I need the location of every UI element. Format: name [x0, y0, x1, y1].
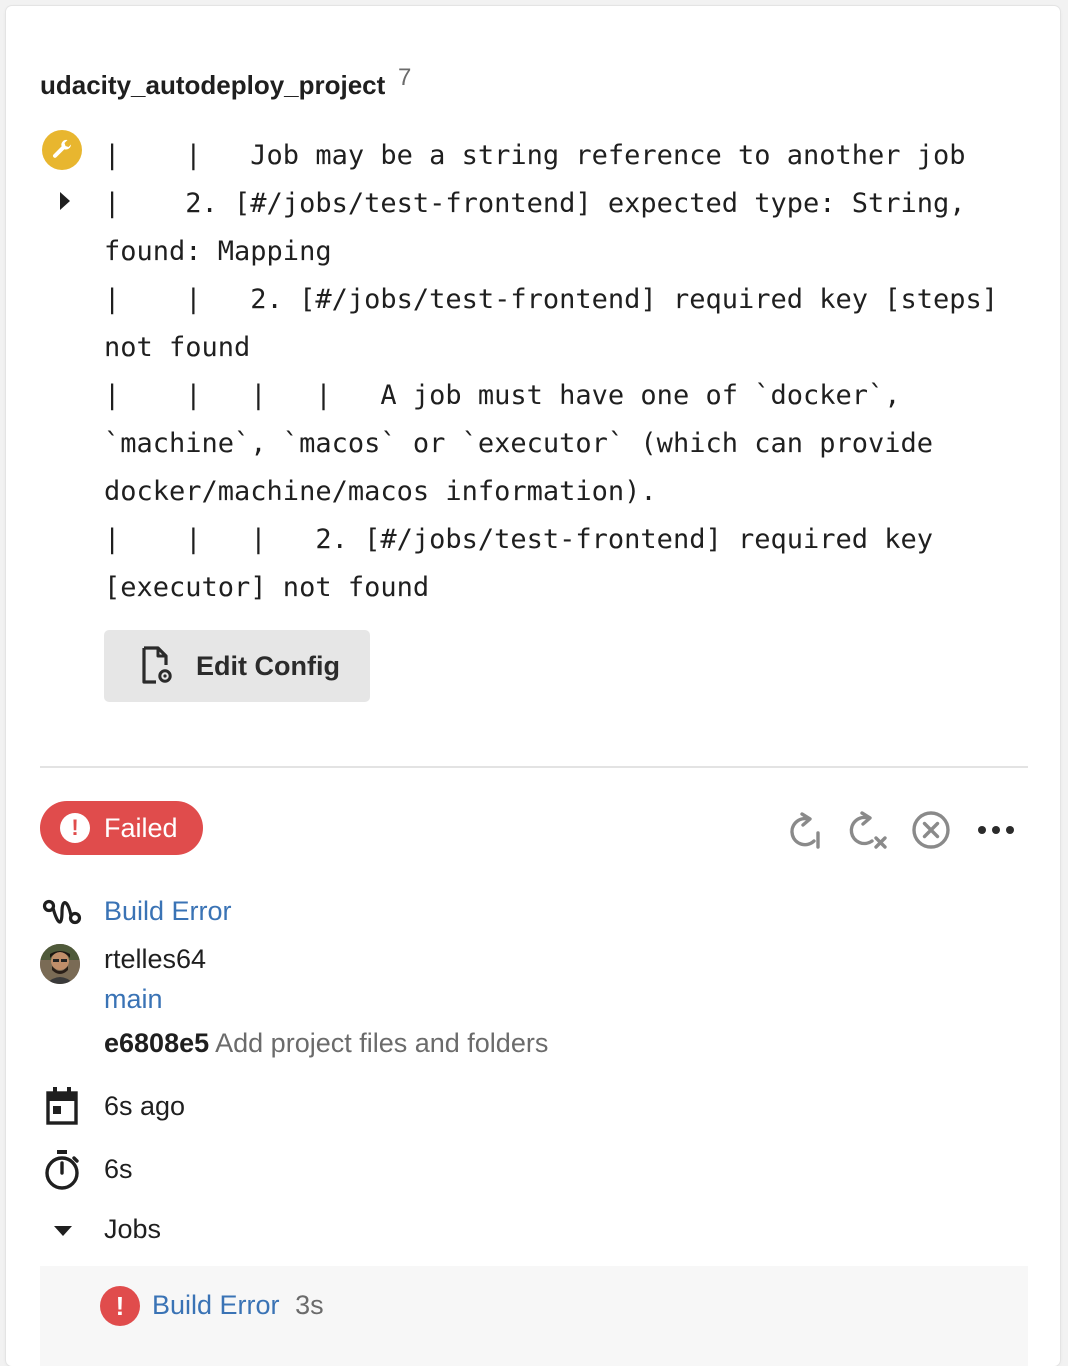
started-time: 6s ago — [104, 1091, 186, 1121]
calendar-icon — [40, 1084, 84, 1128]
job-name[interactable]: Build Error — [152, 1290, 280, 1320]
jobs-toggle[interactable]: Jobs — [104, 1214, 161, 1245]
job-failed-icon: ! — [100, 1286, 140, 1326]
more-icon[interactable] — [974, 808, 1018, 852]
stopwatch-icon — [40, 1148, 84, 1192]
divider — [40, 766, 1028, 768]
workflow-link[interactable]: Build Error — [104, 896, 232, 927]
rerun-icon[interactable] — [784, 808, 828, 852]
edit-config-label: Edit Config — [196, 650, 340, 681]
commit-hash[interactable]: e6808e5 — [104, 1028, 209, 1058]
commit-message: Add project files and folders — [215, 1028, 549, 1058]
config-error-message: | | Job may be a string reference to ano… — [104, 140, 999, 603]
collapse-caret-icon[interactable] — [54, 1226, 72, 1236]
edit-config-button[interactable]: Edit Config — [104, 630, 370, 702]
wrench-icon — [42, 130, 82, 170]
alert-icon: ! — [60, 813, 90, 843]
avatar[interactable] — [40, 944, 80, 984]
duration: 6s — [104, 1154, 133, 1184]
rerun-failed-icon[interactable] — [846, 808, 890, 852]
commit-row: e6808e5 Add project files and folders — [104, 1028, 548, 1059]
project-name[interactable]: udacity_autodeploy_project — [40, 70, 385, 101]
file-settings-icon — [140, 645, 174, 688]
status-label: Failed — [104, 812, 178, 843]
workflow-number: 7 — [398, 64, 412, 91]
user-name: rtelles64 — [104, 944, 207, 974]
job-duration: 3s — [295, 1290, 324, 1320]
workflow-card: udacity_autodeploy_project 7 | | Job may… — [6, 6, 1060, 1366]
expand-caret-icon[interactable] — [60, 192, 70, 210]
branch-link[interactable]: main — [104, 984, 163, 1015]
job-row[interactable]: Build Error 3s — [152, 1290, 324, 1321]
status-badge: ! Failed — [40, 801, 203, 855]
cancel-icon[interactable] — [909, 808, 953, 852]
workflow-icon — [40, 890, 84, 934]
